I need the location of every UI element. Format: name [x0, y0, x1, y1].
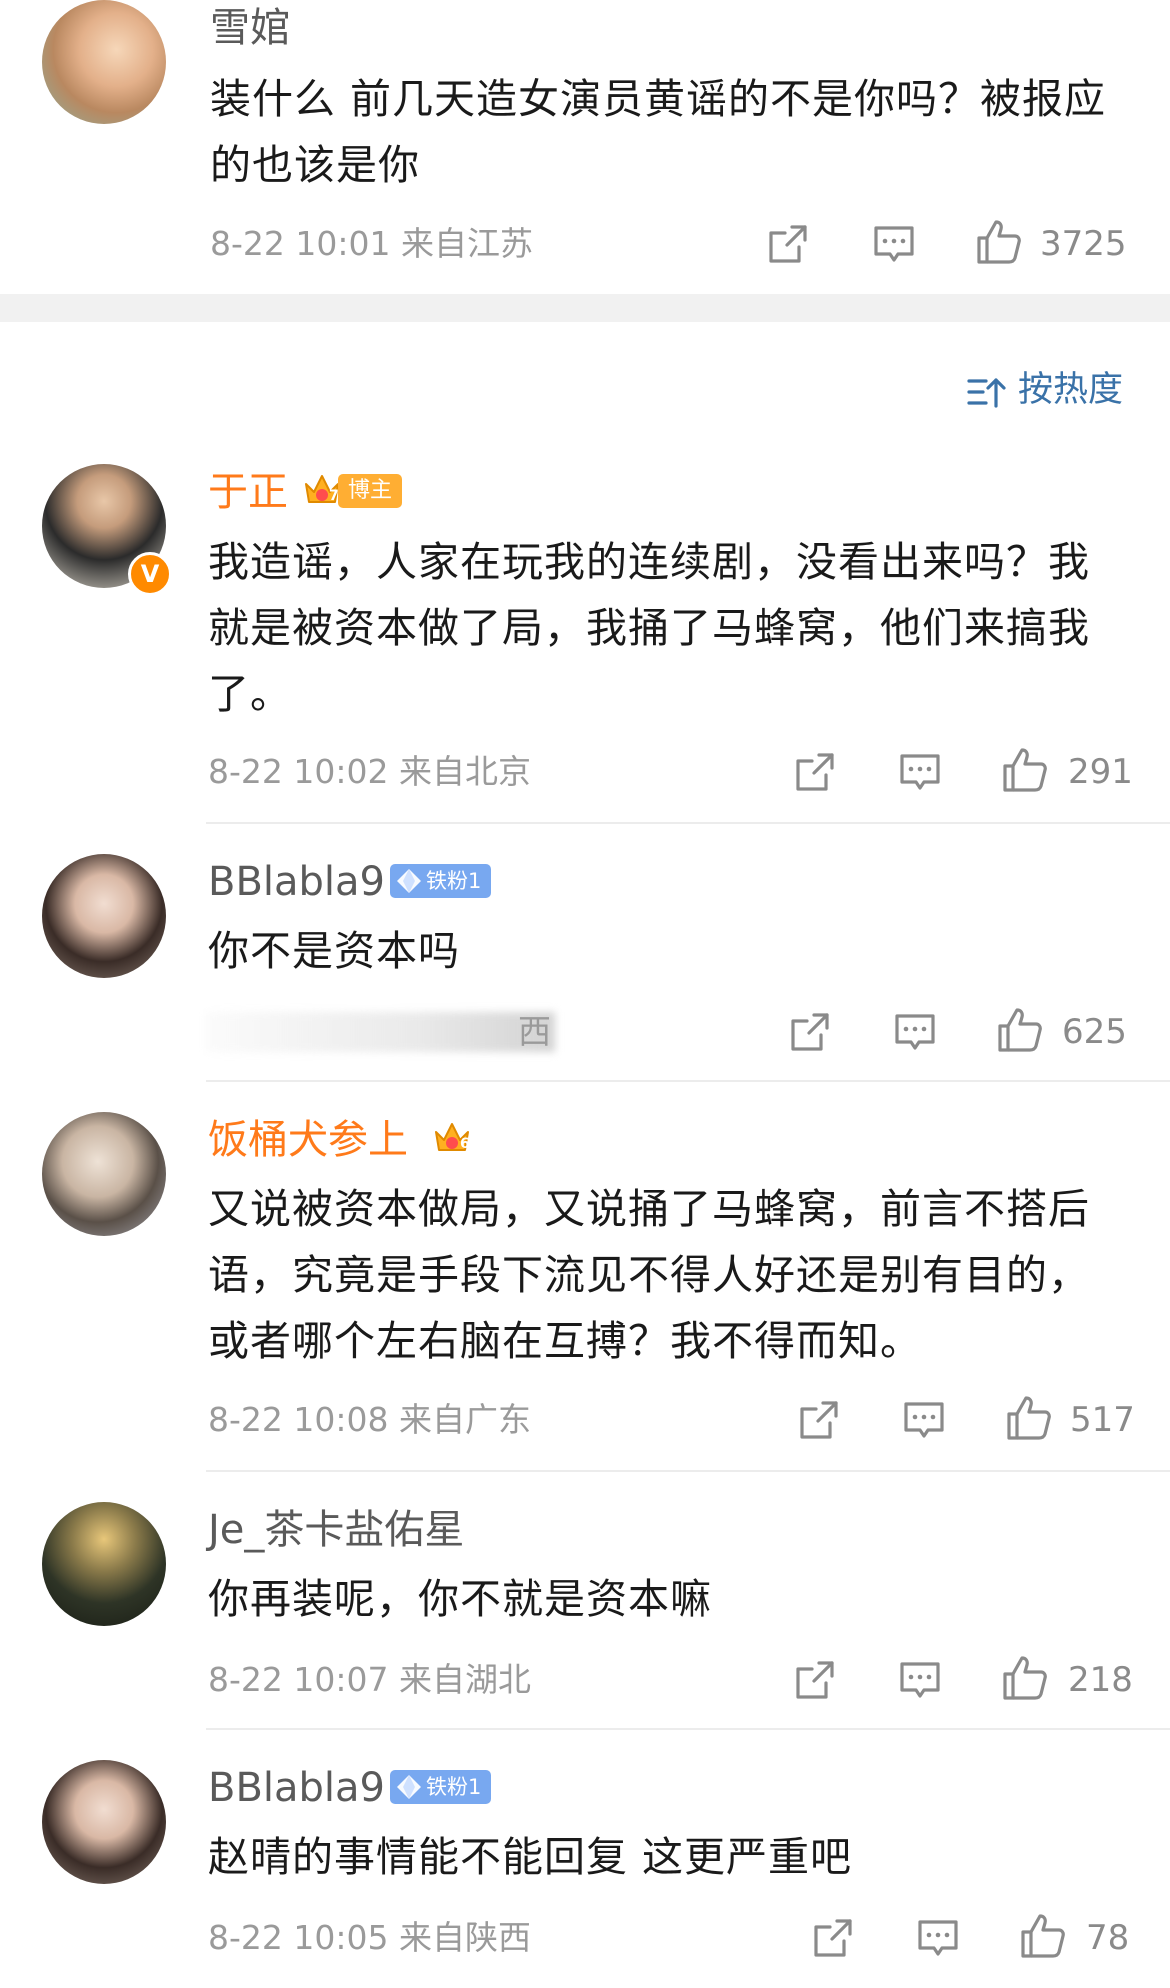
blogger-badge: 博主	[338, 474, 403, 508]
avatar[interactable]	[42, 0, 166, 124]
diamond-icon	[394, 1772, 424, 1802]
like-icon[interactable]	[1005, 1394, 1053, 1442]
divider	[206, 1470, 1170, 1472]
comment-meta: 8-22 10:07 来自湖北	[208, 1660, 531, 1699]
avatar[interactable]	[42, 1112, 166, 1236]
badge-label: 铁粉1	[426, 1775, 482, 1799]
comment-text: 你不是资本吗	[208, 927, 460, 975]
comment-text: 又说被资本做局，又说捅了马蜂窝，前言不搭后语，究竟是手段下流见不得人好还是别有目…	[208, 1185, 1090, 1365]
like-count: 3725	[1040, 224, 1127, 264]
reply-icon[interactable]	[898, 1658, 942, 1702]
like-icon[interactable]	[975, 218, 1023, 266]
username[interactable]: 雪婠	[210, 4, 290, 52]
like-count: 78	[1086, 1918, 1130, 1958]
like-icon[interactable]	[996, 1006, 1044, 1054]
comment-text: 赵晴的事情能不能回复 这更严重吧	[208, 1833, 853, 1881]
username[interactable]: 于正	[208, 468, 288, 516]
reply-icon[interactable]	[898, 750, 942, 794]
share-icon[interactable]	[766, 222, 810, 266]
avatar[interactable]	[42, 854, 166, 978]
avatar[interactable]	[42, 1502, 166, 1626]
like-icon[interactable]	[1001, 746, 1049, 794]
reply-icon[interactable]	[916, 1916, 960, 1960]
fan-badge: 铁粉1	[390, 1770, 492, 1804]
reply-icon[interactable]	[902, 1398, 946, 1442]
share-icon[interactable]	[793, 1658, 837, 1702]
comment-meta: 8-22 10:01 来自江苏	[210, 224, 533, 263]
divider	[206, 1080, 1170, 1082]
badge-label: 铁粉1	[426, 869, 482, 893]
verified-badge: V	[128, 552, 172, 596]
diamond-icon	[394, 866, 424, 896]
sort-icon	[967, 378, 1006, 408]
badge-label: 博主	[348, 478, 393, 503]
comment-meta: 西	[518, 1012, 551, 1051]
username[interactable]: BBlabla9	[208, 858, 385, 906]
divider	[206, 822, 1170, 824]
sort-control[interactable]: 按热度	[966, 368, 1146, 414]
comment-text: 装什么 前几天造女演员黄谣的不是你吗？被报应的也该是你	[210, 75, 1107, 189]
reply-icon[interactable]	[893, 1010, 937, 1054]
fan-badge: 铁粉1	[390, 864, 492, 898]
comment-meta: 8-22 10:05 来自陕西	[208, 1918, 531, 1957]
like-count: 517	[1070, 1400, 1135, 1440]
share-icon[interactable]	[788, 1010, 832, 1054]
username[interactable]: Je_茶卡盐佑星	[208, 1506, 464, 1554]
reply-icon[interactable]	[872, 222, 916, 266]
username[interactable]: 饭桶犬参上	[208, 1116, 408, 1164]
avatar[interactable]	[42, 1760, 166, 1884]
meta-redacted	[205, 1012, 555, 1052]
comment-meta: 8-22 10:02 来自北京	[208, 752, 531, 791]
comment-meta: 8-22 10:08 来自广东	[208, 1400, 531, 1439]
fan-level: 6	[460, 1136, 470, 1152]
share-icon[interactable]	[811, 1916, 855, 1960]
comment-text: 你再装呢，你不就是资本嘛	[208, 1575, 712, 1623]
share-icon[interactable]	[793, 750, 837, 794]
comment-text: 我造谣，人家在玩我的连续剧，没看出来吗？我就是被资本做了局，我捅了马蜂窝，他们来…	[208, 538, 1090, 718]
like-icon[interactable]	[1019, 1912, 1067, 1960]
like-count: 625	[1062, 1012, 1127, 1052]
like-icon[interactable]	[1001, 1654, 1049, 1702]
divider	[206, 1728, 1170, 1730]
share-icon[interactable]	[797, 1398, 841, 1442]
sort-label: 按热度	[1018, 370, 1124, 410]
like-count: 218	[1068, 1660, 1133, 1700]
like-count: 291	[1068, 752, 1133, 792]
username[interactable]: BBlabla9	[208, 1764, 385, 1812]
section-separator	[0, 294, 1170, 322]
